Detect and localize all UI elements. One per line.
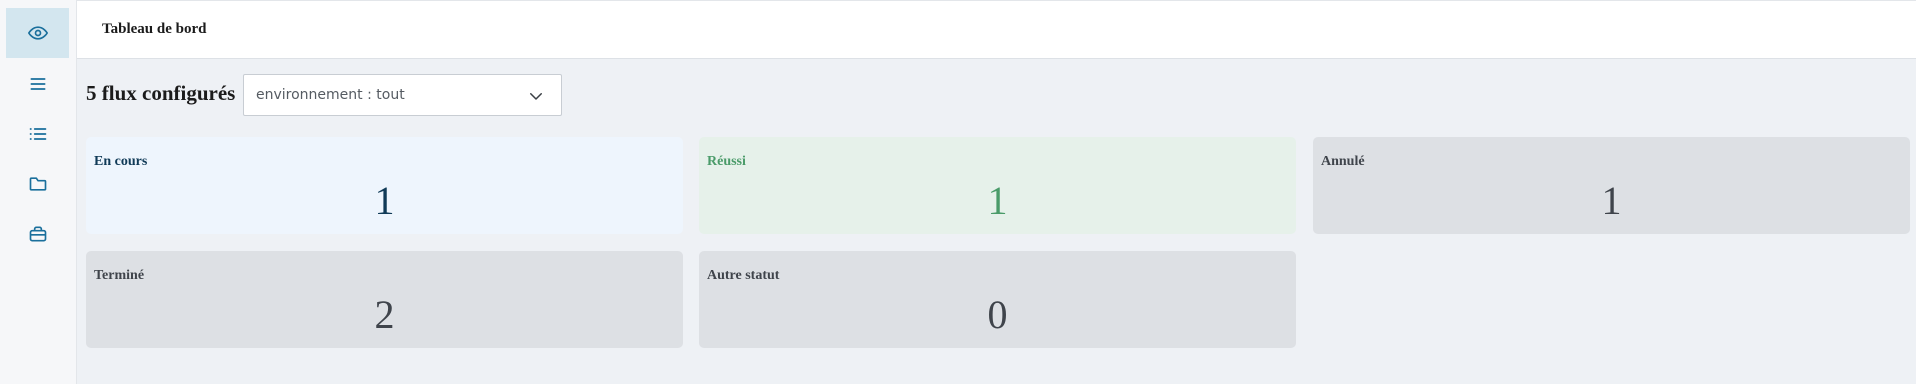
- briefcase-icon: [29, 226, 46, 242]
- folder-icon: [29, 177, 46, 191]
- status-card-value: 1: [374, 178, 395, 223]
- status-card-value: 0: [987, 292, 1008, 337]
- sidebar-item-dashboard[interactable]: [6, 8, 69, 58]
- list-icon: [29, 128, 46, 140]
- sidebar: [0, 0, 77, 384]
- status-card-termine[interactable]: Terminé 2: [86, 251, 683, 348]
- status-card-label: Autre statut: [707, 268, 780, 283]
- status-card-value: 1: [1601, 178, 1622, 223]
- status-card-label: Terminé: [94, 268, 145, 283]
- sidebar-item-folder[interactable]: [6, 159, 69, 209]
- status-card-reussi[interactable]: Réussi 1: [699, 137, 1296, 234]
- status-card-label: En cours: [94, 154, 148, 169]
- sidebar-item-menu[interactable]: [6, 59, 69, 109]
- status-card-en-cours[interactable]: En cours 1: [86, 137, 683, 234]
- status-card-annule[interactable]: Annulé 1: [1313, 137, 1910, 234]
- menu-icon: [30, 78, 46, 90]
- status-card-label: Annulé: [1321, 154, 1365, 169]
- flux-count: 5 flux configurés: [86, 81, 236, 105]
- main-content: 5 flux configurés environnement : tout E…: [77, 59, 1916, 384]
- sidebar-item-list[interactable]: [6, 109, 69, 159]
- chevron-down-icon: [530, 93, 542, 100]
- environment-select[interactable]: environnement : tout: [243, 74, 562, 116]
- environment-select-value: environnement : tout: [256, 87, 405, 103]
- page-title: Tableau de bord: [102, 21, 207, 37]
- status-card-autre-statut[interactable]: Autre statut 0: [699, 251, 1296, 348]
- eye-icon: [27, 26, 48, 40]
- top-bar: Tableau de bord: [77, 0, 1916, 59]
- sidebar-item-briefcase[interactable]: [6, 209, 69, 259]
- status-card-value: 1: [987, 178, 1008, 223]
- status-card-value: 2: [374, 292, 395, 337]
- status-card-label: Réussi: [707, 154, 746, 169]
